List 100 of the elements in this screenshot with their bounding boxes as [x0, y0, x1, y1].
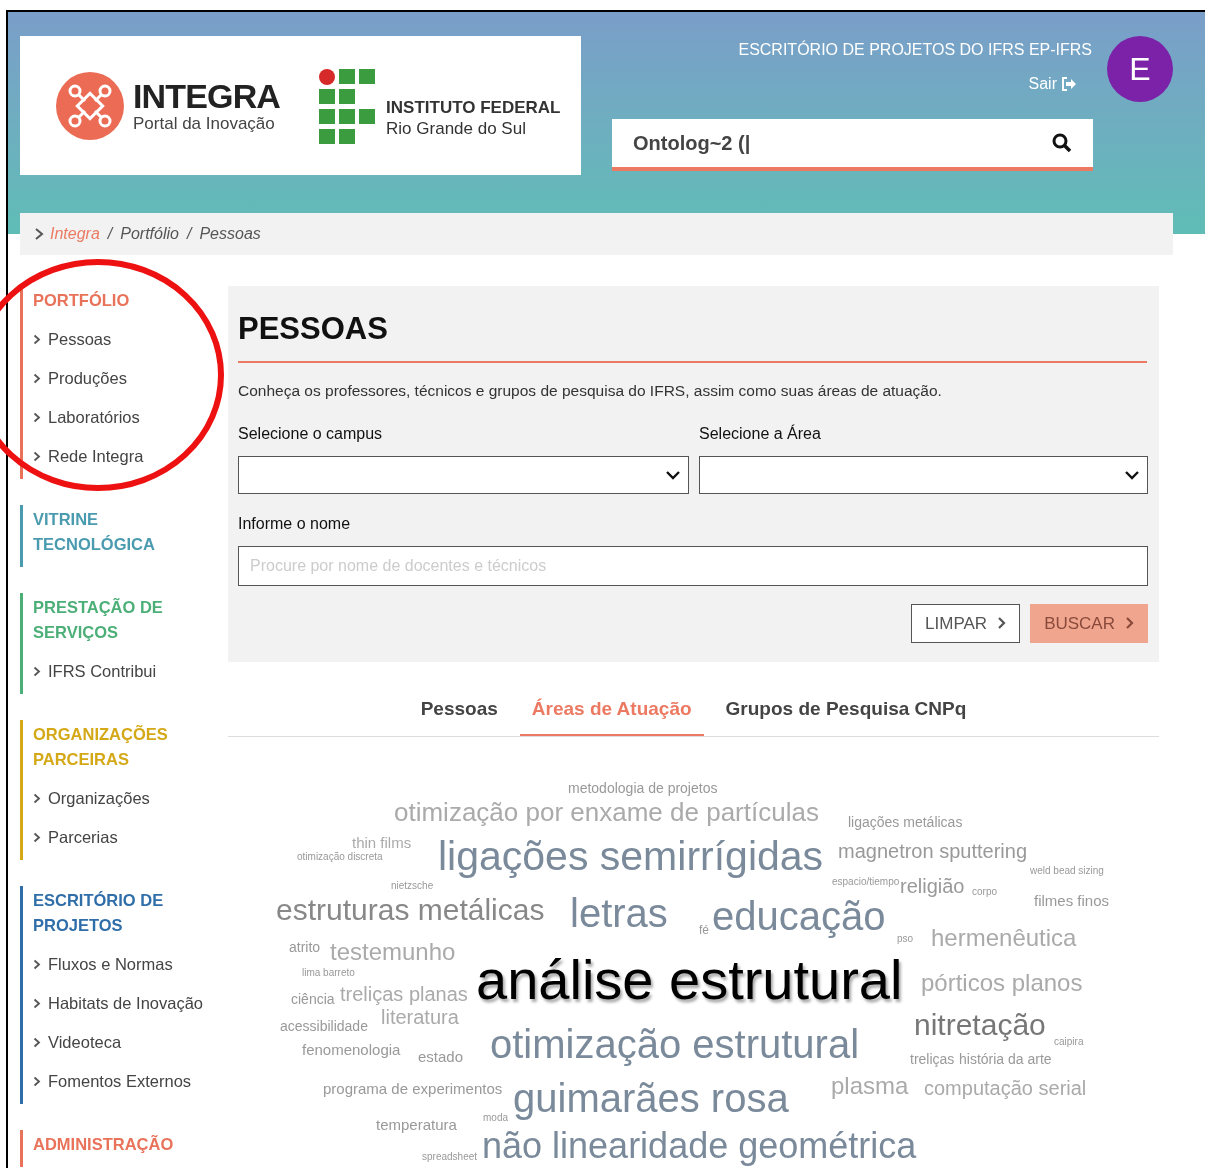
cloud-word[interactable]: hermenêutica: [931, 926, 1077, 950]
sidebar-link[interactable]: Parcerias: [33, 825, 215, 850]
sidebar-link[interactable]: Habitats de Inovação: [33, 991, 215, 1016]
sidebar-link[interactable]: Videoteca: [33, 1030, 215, 1055]
chevron-icon: [33, 451, 41, 462]
cloud-word[interactable]: estado: [418, 1048, 464, 1064]
field-label: Informe o nome: [238, 513, 352, 534]
cloud-word[interactable]: otimização estrutural: [490, 1024, 860, 1064]
section-title[interactable]: PORTFÓLIO: [33, 288, 215, 313]
section-title[interactable]: ORGANIZAÇÕES PARCEIRAS: [33, 722, 215, 772]
sidebar-link[interactable]: Organizações: [33, 786, 215, 811]
integra-logo-icon: [55, 70, 125, 141]
cloud-word[interactable]: weld bead sizing: [1030, 866, 1104, 876]
cloud-word[interactable]: temperatura: [376, 1116, 457, 1132]
cloud-word[interactable]: moda: [483, 1113, 508, 1123]
logo-title: INTEGRA: [133, 79, 281, 113]
office-title: ESCRITÓRIO DE PROJETOS DO IFRS EP-IFRS: [738, 39, 1092, 60]
sidebar-link[interactable]: Fomentos Externos: [33, 1069, 215, 1094]
cloud-word[interactable]: thin films: [352, 834, 412, 850]
logo-tagline: Portal da Inovação: [133, 115, 276, 132]
page-title: PESSOAS: [238, 311, 388, 346]
cloud-word[interactable]: ligações metálicas: [848, 815, 963, 829]
chevron-down-icon: [1125, 469, 1139, 480]
chevron-icon: [33, 334, 41, 345]
logout-link[interactable]: Sair: [1028, 72, 1077, 96]
cloud-word[interactable]: não linearidade geométrica: [482, 1128, 917, 1164]
area-select[interactable]: [699, 455, 1148, 494]
cloud-word[interactable]: análise estrutural: [476, 952, 903, 1008]
chevron-icon: [33, 373, 41, 384]
cloud-word[interactable]: plasma: [831, 1074, 909, 1098]
breadcrumb-separator: /: [106, 224, 115, 244]
institute-logo-icon: [318, 67, 377, 144]
chevron-icon: [33, 793, 41, 804]
chevron-icon: [33, 412, 41, 423]
cloud-word[interactable]: programa de experimentos: [323, 1080, 503, 1096]
cloud-word[interactable]: estruturas metálicas: [276, 895, 545, 925]
sidebar-link[interactable]: Fluxos e Normas: [33, 952, 215, 977]
cloud-word[interactable]: nitretação: [914, 1010, 1046, 1040]
chevron-down-icon: [666, 469, 680, 480]
cloud-word[interactable]: atrito: [289, 940, 321, 954]
cloud-word[interactable]: ligações semirrígidas: [438, 835, 824, 877]
cloud-word[interactable]: ciência: [291, 992, 335, 1006]
chevron-icon: [33, 1076, 41, 1087]
clear-button[interactable]: LIMPAR: [911, 603, 1021, 643]
section-title[interactable]: PRESTAÇÃO DE SERVIÇOS: [33, 595, 215, 645]
cloud-word[interactable]: spreadsheet: [422, 1152, 478, 1162]
breadcrumb-link[interactable]: Portfólio: [120, 222, 179, 246]
cloud-word[interactable]: metodologia de projetos: [568, 781, 718, 795]
tab[interactable]: Áreas de Atuação: [519, 695, 704, 736]
campus-select[interactable]: [238, 455, 689, 494]
cloud-word[interactable]: acessibilidade: [280, 1019, 368, 1033]
search-icon[interactable]: [1052, 133, 1072, 153]
cloud-word[interactable]: pso: [897, 934, 914, 944]
cloud-word[interactable]: treliças: [910, 1052, 955, 1066]
cloud-word[interactable]: computação serial: [924, 1078, 1087, 1098]
description-text: Conheça os professores, técnicos e grupos de pesquisa do IFRS, assim como suas áreas de atuação.: [238, 380, 943, 401]
sidebar-link[interactable]: Rede Integra: [33, 444, 215, 469]
cloud-word[interactable]: testemunho: [330, 940, 456, 964]
chevron-right-icon: [1125, 616, 1134, 631]
field-label: Selecione a Área: [699, 423, 822, 444]
search-field[interactable]: Ontolog~2 (|: [612, 119, 1093, 171]
chevron-right-icon: [997, 616, 1007, 631]
cloud-word[interactable]: corpo: [972, 887, 997, 897]
section-title[interactable]: ESCRITÓRIO DE PROJETOS: [33, 888, 215, 938]
cloud-word[interactable]: religião: [900, 876, 965, 896]
tab[interactable]: Grupos de Pesquisa CNPq: [713, 695, 979, 736]
chevron-icon: [33, 1037, 41, 1048]
cloud-word[interactable]: guimarães rosa: [513, 1078, 789, 1118]
cloud-word[interactable]: literatura: [381, 1007, 459, 1027]
cloud-word[interactable]: caipira: [1054, 1037, 1084, 1047]
sidebar-link[interactable]: Produções: [33, 366, 215, 391]
sidebar-link[interactable]: IFRS Contribui: [33, 659, 215, 684]
cloud-word[interactable]: nietzsche: [391, 881, 434, 891]
institute-name: INSTITUTO FEDERAL: [386, 97, 561, 119]
search-button[interactable]: BUSCAR: [1030, 603, 1148, 643]
breadcrumb-link[interactable]: Integra: [50, 222, 100, 246]
cloud-word[interactable]: espacio/tiempo: [832, 877, 900, 887]
section-title[interactable]: ADMINISTRAÇÃO: [33, 1132, 215, 1157]
field-label: Selecione o campus: [238, 423, 384, 444]
cloud-word[interactable]: lima barreto: [302, 968, 355, 978]
logout-icon: [1061, 77, 1077, 91]
tab[interactable]: Pessoas: [408, 695, 510, 736]
sidebar-link[interactable]: Pessoas: [33, 327, 215, 352]
cloud-word[interactable]: otimização discreta: [297, 852, 383, 862]
cloud-word[interactable]: história da arte: [959, 1052, 1052, 1066]
cloud-word[interactable]: educação: [712, 896, 886, 936]
cloud-word[interactable]: treliças planas: [340, 984, 468, 1004]
chevron-icon: [33, 832, 41, 843]
chevron-icon: [34, 227, 44, 241]
cloud-word[interactable]: fé: [699, 924, 709, 936]
breadcrumb-current: Pessoas: [199, 224, 261, 244]
cloud-word[interactable]: pórticos planos: [921, 971, 1083, 995]
cloud-word[interactable]: magnetron sputtering: [838, 841, 1027, 861]
sidebar-link[interactable]: Laboratórios: [33, 405, 215, 430]
chevron-icon: [33, 959, 41, 970]
section-title[interactable]: VITRINE TECNOLÓGICA: [33, 507, 215, 557]
cloud-word[interactable]: fenomenologia: [302, 1041, 401, 1057]
cloud-word[interactable]: filmes finos: [1034, 892, 1110, 908]
cloud-word[interactable]: otimização por enxame de partículas: [394, 799, 819, 825]
cloud-word[interactable]: letras: [570, 893, 668, 933]
